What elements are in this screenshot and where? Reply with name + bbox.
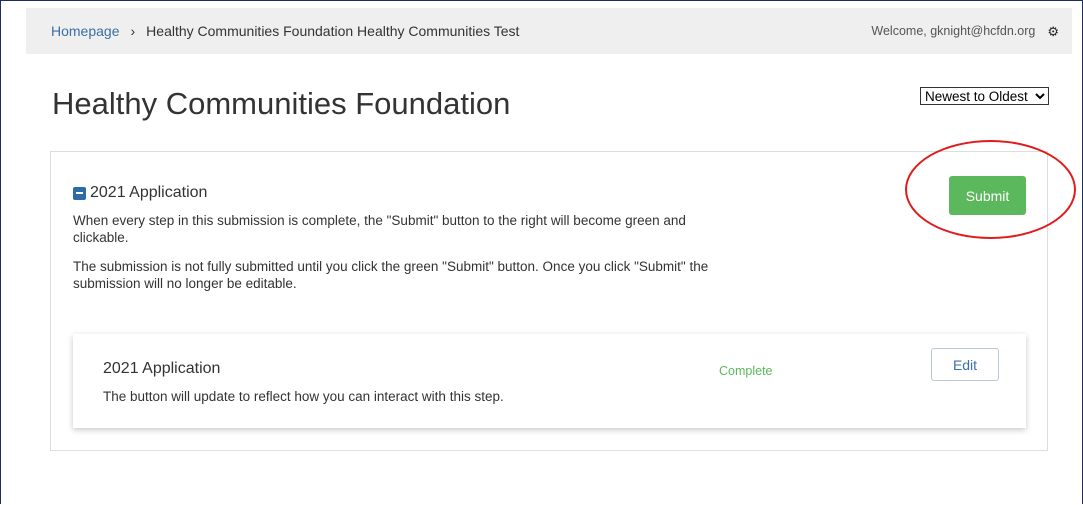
application-description-2: The submission is not fully submitted un… bbox=[73, 259, 709, 291]
gear-icon[interactable]: ⚙ bbox=[1047, 25, 1059, 38]
breadcrumb-current: Healthy Communities Foundation Healthy C… bbox=[146, 23, 520, 39]
top-bar: Homepage › Healthy Communities Foundatio… bbox=[26, 8, 1072, 54]
sort-order-select[interactable]: Newest to Oldest bbox=[920, 87, 1049, 105]
breadcrumb-home-link[interactable]: Homepage bbox=[51, 23, 120, 39]
welcome-text: Welcome, gknight@hcfdn.org bbox=[871, 24, 1036, 38]
step-card: 2021 Application The button will update … bbox=[73, 334, 1026, 428]
user-info: Welcome, gknight@hcfdn.org ⚙ bbox=[871, 24, 1059, 38]
step-status-badge: Complete bbox=[719, 364, 773, 378]
step-description: The button will update to reflect how yo… bbox=[103, 389, 504, 404]
step-title: 2021 Application bbox=[103, 360, 221, 377]
page-title: Healthy Communities Foundation bbox=[52, 86, 511, 121]
minus-square-icon[interactable] bbox=[73, 186, 86, 200]
application-title: 2021 Application bbox=[90, 184, 208, 201]
edit-button[interactable]: Edit bbox=[931, 348, 999, 381]
submit-button[interactable]: Submit bbox=[949, 176, 1026, 215]
application-panel: 2021 Application When every step in this… bbox=[50, 151, 1048, 451]
breadcrumb-separator: › bbox=[130, 23, 136, 39]
application-heading: 2021 Application bbox=[73, 184, 207, 202]
breadcrumb: Homepage › Healthy Communities Foundatio… bbox=[51, 23, 519, 39]
application-description-1: When every step in this submission is co… bbox=[73, 213, 686, 245]
